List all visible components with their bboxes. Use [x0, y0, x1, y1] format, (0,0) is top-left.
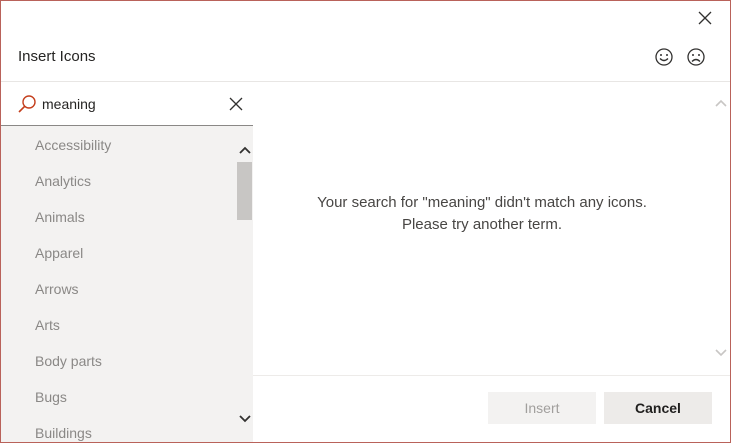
chevron-down-icon[interactable]	[236, 410, 253, 427]
results-pane: Your search for "meaning" didn't match a…	[253, 82, 730, 375]
no-results-message: Your search for "meaning" didn't match a…	[253, 192, 711, 236]
category-item[interactable]: Animals	[35, 209, 85, 225]
search-icon	[17, 94, 37, 114]
category-item[interactable]: Analytics	[35, 173, 91, 189]
category-item[interactable]: Arts	[35, 317, 60, 333]
chevron-up-icon[interactable]	[712, 94, 729, 111]
chevron-up-icon[interactable]	[236, 141, 253, 158]
category-item[interactable]: Buildings	[35, 425, 92, 441]
category-item[interactable]: Arrows	[35, 281, 79, 297]
category-item[interactable]: Bugs	[35, 389, 67, 405]
dialog-footer: Insert Cancel	[253, 375, 730, 442]
category-scrollbar[interactable]	[236, 126, 253, 442]
close-icon[interactable]	[695, 8, 715, 28]
chevron-down-icon[interactable]	[712, 344, 729, 361]
category-item[interactable]: Apparel	[35, 245, 83, 261]
no-results-line-1: Your search for "meaning" didn't match a…	[317, 194, 647, 211]
frown-icon[interactable]	[684, 45, 708, 69]
category-item[interactable]: Body parts	[35, 353, 102, 369]
dialog-title: Insert Icons	[18, 48, 96, 65]
clear-search-icon[interactable]	[226, 94, 246, 114]
insert-icons-dialog: Insert Icons meaning Accessibility Analy…	[0, 0, 731, 443]
search-box	[1, 82, 253, 126]
category-pane: Accessibility Analytics Animals Apparel …	[1, 82, 253, 442]
search-input[interactable]	[42, 93, 212, 115]
no-results-line-2: Please try another term.	[401, 216, 563, 233]
category-list: Accessibility Analytics Animals Apparel …	[1, 126, 236, 442]
smile-icon[interactable]	[652, 45, 676, 69]
cancel-button[interactable]: Cancel	[604, 392, 712, 424]
scrollbar-thumb[interactable]	[237, 162, 252, 220]
category-item[interactable]: Accessibility	[35, 137, 111, 153]
insert-button[interactable]: Insert	[488, 392, 596, 424]
results-scrollbar[interactable]	[711, 82, 730, 375]
